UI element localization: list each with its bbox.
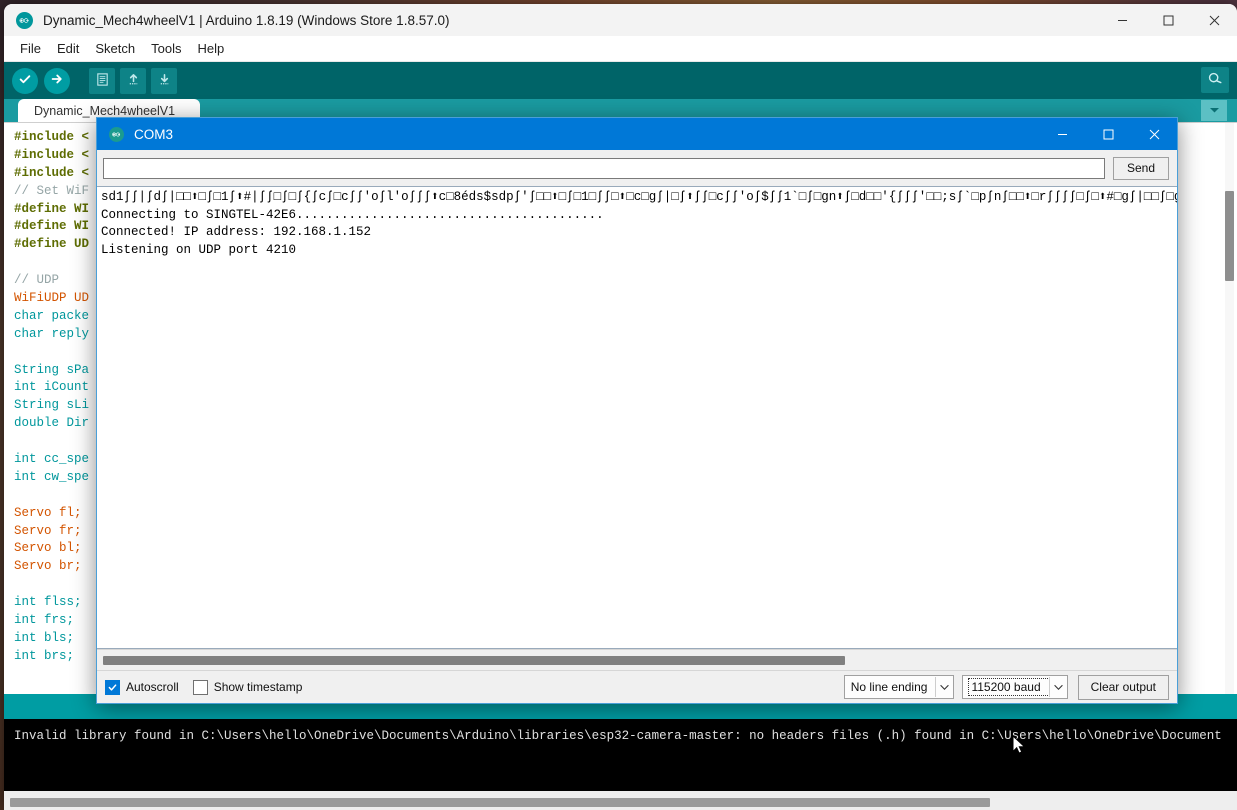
show-timestamp-checkbox[interactable] xyxy=(192,679,208,695)
serial-monitor-dialog: COM3 Send sd1ʃʃ|ʃdʃ|□□⬆□ʃ□1ʃ⬆#|ʃʃ□ʃ□ʃ{ʃc… xyxy=(96,117,1178,704)
arduino-logo-icon xyxy=(16,11,33,29)
autoscroll-checkbox-wrapper[interactable]: Autoscroll xyxy=(105,679,179,695)
open-sketch-button[interactable] xyxy=(120,67,146,94)
window-controls xyxy=(1099,4,1237,36)
line-ending-value: No line ending xyxy=(850,680,928,694)
serial-output-line: Connected! IP address: 192.168.1.152 xyxy=(101,225,372,240)
baud-rate-value: 115200 baud xyxy=(968,678,1050,696)
new-file-icon xyxy=(95,72,110,90)
serial-monitor-button[interactable] xyxy=(1201,67,1229,93)
checkmark-icon xyxy=(18,72,32,89)
window-title: Dynamic_Mech4wheelV1 | Arduino 1.8.19 (W… xyxy=(43,12,450,28)
minimize-button[interactable] xyxy=(1099,4,1145,36)
new-sketch-button[interactable] xyxy=(89,67,115,94)
line-ending-select[interactable]: No line ending xyxy=(843,675,955,699)
tab-menu-button[interactable] xyxy=(1201,100,1227,121)
baud-rate-select[interactable]: 115200 baud xyxy=(962,675,1068,699)
console-message: Invalid library found in C:\Users\hello\… xyxy=(14,729,1222,743)
menu-bar: File Edit Sketch Tools Help xyxy=(4,36,1237,62)
autoscroll-label: Autoscroll xyxy=(126,680,179,694)
menu-file[interactable]: File xyxy=(12,38,49,59)
show-timestamp-checkbox-wrapper[interactable]: Show timestamp xyxy=(192,679,303,695)
right-arrow-icon xyxy=(50,72,64,89)
serial-dialog-bottom-bar: Autoscroll Show timestamp No line ending… xyxy=(97,670,1177,703)
tab-label: Dynamic_Mech4wheelV1 xyxy=(34,103,176,118)
upload-arrow-icon xyxy=(126,72,141,90)
serial-output-line: Connecting to SINGTEL-42E6..............… xyxy=(101,207,604,222)
autoscroll-checkbox[interactable] xyxy=(105,679,120,695)
serial-dialog-close-button[interactable] xyxy=(1131,118,1177,150)
serial-horizontal-scrollbar-track[interactable] xyxy=(97,649,1177,670)
chevron-down-icon xyxy=(1209,108,1219,113)
serial-output-panel[interactable]: sd1ʃʃ|ʃdʃ|□□⬆□ʃ□1ʃ⬆#|ʃʃ□ʃ□ʃ{ʃcʃ□cʃʃ'oʃl'… xyxy=(97,186,1177,649)
verify-button[interactable] xyxy=(12,67,38,94)
serial-dialog-window-controls xyxy=(1039,118,1177,150)
serial-output-line: sd1ʃʃ|ʃdʃ|□□⬆□ʃ□1ʃ⬆#|ʃʃ□ʃ□ʃ{ʃcʃ□cʃʃ'oʃl'… xyxy=(101,190,1177,204)
clear-output-button[interactable]: Clear output xyxy=(1077,674,1169,700)
magnifier-icon xyxy=(1207,71,1223,90)
console-horizontal-scrollbar-thumb[interactable] xyxy=(10,797,990,807)
serial-send-input[interactable] xyxy=(103,157,1105,179)
serial-horizontal-scrollbar-thumb[interactable] xyxy=(103,655,845,665)
menu-edit[interactable]: Edit xyxy=(49,38,87,59)
serial-dialog-title: COM3 xyxy=(134,126,174,142)
console-output: Invalid library found in C:\Users\hello\… xyxy=(4,719,1237,790)
arduino-ide-window: Dynamic_Mech4wheelV1 | Arduino 1.8.19 (W… xyxy=(4,4,1237,810)
clear-output-label: Clear output xyxy=(1090,680,1156,694)
save-sketch-button[interactable] xyxy=(151,67,177,94)
editor-vertical-scrollbar-thumb[interactable] xyxy=(1225,191,1234,281)
maximize-button[interactable] xyxy=(1145,4,1191,36)
serial-output-text: sd1ʃʃ|ʃdʃ|□□⬆□ʃ□1ʃ⬆#|ʃʃ□ʃ□ʃ{ʃcʃ□cʃʃ'oʃl'… xyxy=(97,187,1177,259)
serial-send-button[interactable]: Send xyxy=(1113,156,1169,180)
upload-button[interactable] xyxy=(44,67,70,94)
menu-help[interactable]: Help xyxy=(189,38,232,59)
serial-output-line: Listening on UDP port 4210 xyxy=(101,242,297,257)
serial-send-row: Send xyxy=(97,150,1177,186)
serial-dialog-arduino-icon xyxy=(109,126,124,142)
chevron-down-icon xyxy=(1048,677,1067,697)
checkmark-icon xyxy=(108,683,117,691)
serial-dialog-minimize-button[interactable] xyxy=(1039,118,1085,150)
chevron-down-icon xyxy=(935,677,953,697)
console-horizontal-scrollbar-track[interactable] xyxy=(4,790,1237,810)
close-button[interactable] xyxy=(1191,4,1237,36)
main-toolbar xyxy=(4,62,1237,99)
serial-dialog-maximize-button[interactable] xyxy=(1085,118,1131,150)
window-titlebar: Dynamic_Mech4wheelV1 | Arduino 1.8.19 (W… xyxy=(4,4,1237,36)
show-timestamp-label: Show timestamp xyxy=(213,680,303,694)
serial-dialog-controls-right: No line ending 115200 baud Clear output xyxy=(836,674,1169,700)
serial-dialog-titlebar: COM3 xyxy=(97,118,1177,150)
menu-tools[interactable]: Tools xyxy=(143,38,189,59)
download-arrow-icon xyxy=(157,72,172,90)
menu-sketch[interactable]: Sketch xyxy=(87,38,143,59)
